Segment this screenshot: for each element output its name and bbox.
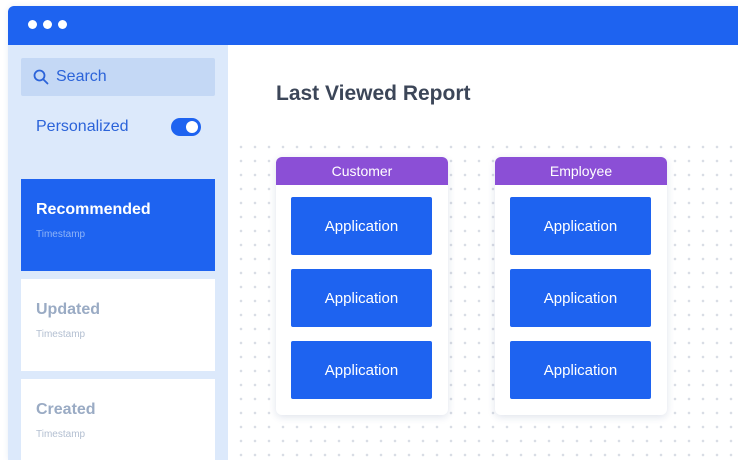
customer-panel: Customer Application Application Applica… bbox=[276, 157, 448, 415]
sidebar-item-timestamp: Timestamp bbox=[36, 429, 86, 440]
sidebar-item-timestamp: Timestamp bbox=[36, 229, 86, 240]
personalized-toggle-row: Personalized bbox=[36, 115, 201, 139]
sidebar-item-created[interactable]: Created Timestamp bbox=[21, 379, 215, 460]
application-button[interactable]: Application bbox=[510, 269, 651, 327]
application-button[interactable]: Application bbox=[291, 197, 432, 255]
application-button[interactable]: Application bbox=[510, 197, 651, 255]
search-input[interactable]: Search bbox=[21, 58, 215, 96]
window-controls bbox=[28, 20, 67, 29]
panel-header: Employee bbox=[495, 157, 667, 185]
sidebar-item-title: Recommended bbox=[36, 201, 151, 218]
sidebar: Search Personalized Recommended Timestam… bbox=[8, 45, 228, 460]
sidebar-item-recommended[interactable]: Recommended Timestamp bbox=[21, 179, 215, 271]
app-list: Application Application Application bbox=[495, 185, 667, 399]
panel-header: Customer bbox=[276, 157, 448, 185]
main-content: Last Viewed Report Customer Application … bbox=[228, 45, 738, 460]
sidebar-item-title: Created bbox=[36, 401, 96, 418]
personalized-label: Personalized bbox=[36, 118, 129, 135]
search-label: Search bbox=[56, 68, 107, 85]
window-dot-1[interactable] bbox=[28, 20, 37, 29]
window-dot-2[interactable] bbox=[43, 20, 52, 29]
page-title: Last Viewed Report bbox=[276, 82, 471, 105]
search-icon bbox=[33, 69, 49, 85]
application-button[interactable]: Application bbox=[291, 341, 432, 399]
application-button[interactable]: Application bbox=[291, 269, 432, 327]
application-button[interactable]: Application bbox=[510, 341, 651, 399]
sidebar-item-title: Updated bbox=[36, 301, 100, 318]
employee-panel: Employee Application Application Applica… bbox=[495, 157, 667, 415]
sidebar-item-timestamp: Timestamp bbox=[36, 329, 86, 340]
personalized-toggle[interactable] bbox=[171, 118, 201, 136]
app-list: Application Application Application bbox=[276, 185, 448, 399]
toggle-knob bbox=[186, 121, 198, 133]
title-bar bbox=[8, 6, 738, 45]
window-dot-3[interactable] bbox=[58, 20, 67, 29]
app-window: Search Personalized Recommended Timestam… bbox=[8, 6, 738, 460]
sidebar-item-updated[interactable]: Updated Timestamp bbox=[21, 279, 215, 371]
